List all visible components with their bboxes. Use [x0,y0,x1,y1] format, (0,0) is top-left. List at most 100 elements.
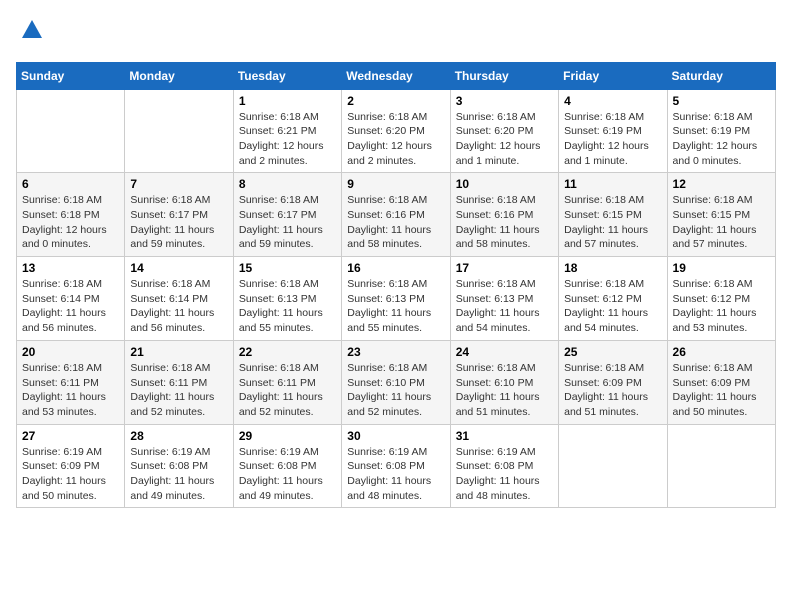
cell-info: Sunrise: 6:18 AMSunset: 6:13 PMDaylight:… [456,277,553,336]
day-number: 16 [347,261,444,275]
calendar-cell: 4 Sunrise: 6:18 AMSunset: 6:19 PMDaylight… [559,89,667,173]
calendar-cell: 16 Sunrise: 6:18 AMSunset: 6:13 PMDayligh… [342,257,450,341]
logo [16,16,46,50]
cell-info: Sunrise: 6:18 AMSunset: 6:13 PMDaylight:… [347,277,444,336]
day-number: 2 [347,94,444,108]
day-number: 12 [673,177,770,191]
col-header-wednesday: Wednesday [342,62,450,89]
cell-info: Sunrise: 6:18 AMSunset: 6:15 PMDaylight:… [564,193,661,252]
day-number: 11 [564,177,661,191]
day-number: 3 [456,94,553,108]
cell-info: Sunrise: 6:19 AMSunset: 6:08 PMDaylight:… [347,445,444,504]
day-number: 1 [239,94,336,108]
day-number: 9 [347,177,444,191]
cell-info: Sunrise: 6:18 AMSunset: 6:16 PMDaylight:… [347,193,444,252]
cell-info: Sunrise: 6:18 AMSunset: 6:21 PMDaylight:… [239,110,336,169]
calendar-cell: 24 Sunrise: 6:18 AMSunset: 6:10 PMDayligh… [450,340,558,424]
col-header-saturday: Saturday [667,62,775,89]
cell-info: Sunrise: 6:18 AMSunset: 6:09 PMDaylight:… [673,361,770,420]
day-number: 17 [456,261,553,275]
cell-info: Sunrise: 6:18 AMSunset: 6:11 PMDaylight:… [22,361,119,420]
calendar-cell: 11 Sunrise: 6:18 AMSunset: 6:15 PMDayligh… [559,173,667,257]
page-header [16,16,776,50]
day-number: 30 [347,429,444,443]
calendar-cell: 20 Sunrise: 6:18 AMSunset: 6:11 PMDayligh… [17,340,125,424]
day-number: 4 [564,94,661,108]
calendar-cell: 17 Sunrise: 6:18 AMSunset: 6:13 PMDayligh… [450,257,558,341]
day-number: 20 [22,345,119,359]
cell-info: Sunrise: 6:19 AMSunset: 6:08 PMDaylight:… [239,445,336,504]
calendar-cell: 22 Sunrise: 6:18 AMSunset: 6:11 PMDayligh… [233,340,341,424]
calendar-cell: 8 Sunrise: 6:18 AMSunset: 6:17 PMDaylight… [233,173,341,257]
calendar-cell: 19 Sunrise: 6:18 AMSunset: 6:12 PMDayligh… [667,257,775,341]
day-number: 26 [673,345,770,359]
calendar-cell [559,424,667,508]
day-number: 5 [673,94,770,108]
day-number: 15 [239,261,336,275]
day-number: 31 [456,429,553,443]
calendar-cell: 25 Sunrise: 6:18 AMSunset: 6:09 PMDayligh… [559,340,667,424]
day-number: 28 [130,429,227,443]
col-header-tuesday: Tuesday [233,62,341,89]
cell-info: Sunrise: 6:18 AMSunset: 6:19 PMDaylight:… [673,110,770,169]
calendar-cell: 29 Sunrise: 6:19 AMSunset: 6:08 PMDayligh… [233,424,341,508]
cell-info: Sunrise: 6:19 AMSunset: 6:08 PMDaylight:… [456,445,553,504]
day-number: 13 [22,261,119,275]
cell-info: Sunrise: 6:18 AMSunset: 6:14 PMDaylight:… [22,277,119,336]
day-number: 14 [130,261,227,275]
calendar-cell: 12 Sunrise: 6:18 AMSunset: 6:15 PMDayligh… [667,173,775,257]
calendar-cell: 15 Sunrise: 6:18 AMSunset: 6:13 PMDayligh… [233,257,341,341]
day-number: 21 [130,345,227,359]
cell-info: Sunrise: 6:18 AMSunset: 6:19 PMDaylight:… [564,110,661,169]
calendar-cell [125,89,233,173]
col-header-thursday: Thursday [450,62,558,89]
cell-info: Sunrise: 6:18 AMSunset: 6:13 PMDaylight:… [239,277,336,336]
calendar-cell: 18 Sunrise: 6:18 AMSunset: 6:12 PMDayligh… [559,257,667,341]
calendar-cell: 9 Sunrise: 6:18 AMSunset: 6:16 PMDaylight… [342,173,450,257]
calendar-cell: 30 Sunrise: 6:19 AMSunset: 6:08 PMDayligh… [342,424,450,508]
cell-info: Sunrise: 6:18 AMSunset: 6:17 PMDaylight:… [130,193,227,252]
day-number: 22 [239,345,336,359]
calendar-cell: 6 Sunrise: 6:18 AMSunset: 6:18 PMDaylight… [17,173,125,257]
calendar-cell: 26 Sunrise: 6:18 AMSunset: 6:09 PMDayligh… [667,340,775,424]
day-number: 8 [239,177,336,191]
day-number: 6 [22,177,119,191]
calendar-cell: 14 Sunrise: 6:18 AMSunset: 6:14 PMDayligh… [125,257,233,341]
cell-info: Sunrise: 6:18 AMSunset: 6:15 PMDaylight:… [673,193,770,252]
day-number: 24 [456,345,553,359]
calendar-cell: 10Sunrise: 6:18 AMSunset: 6:16 PMDayligh… [450,173,558,257]
cell-info: Sunrise: 6:19 AMSunset: 6:09 PMDaylight:… [22,445,119,504]
calendar-cell [17,89,125,173]
day-number: 27 [22,429,119,443]
cell-info: Sunrise: 6:18 AMSunset: 6:18 PMDaylight:… [22,193,119,252]
cell-info: Sunrise: 6:18 AMSunset: 6:20 PMDaylight:… [456,110,553,169]
col-header-sunday: Sunday [17,62,125,89]
cell-info: Sunrise: 6:18 AMSunset: 6:10 PMDaylight:… [347,361,444,420]
day-number: 18 [564,261,661,275]
cell-info: Sunrise: 6:18 AMSunset: 6:17 PMDaylight:… [239,193,336,252]
calendar-cell: 13 Sunrise: 6:18 AMSunset: 6:14 PMDayligh… [17,257,125,341]
calendar-cell: 3 Sunrise: 6:18 AMSunset: 6:20 PMDaylight… [450,89,558,173]
cell-info: Sunrise: 6:18 AMSunset: 6:10 PMDaylight:… [456,361,553,420]
cell-info: Sunrise: 6:18 AMSunset: 6:12 PMDaylight:… [673,277,770,336]
calendar-table: SundayMondayTuesdayWednesdayThursdayFrid… [16,62,776,509]
cell-info: Sunrise: 6:19 AMSunset: 6:08 PMDaylight:… [130,445,227,504]
calendar-cell: 1 Sunrise: 6:18 AMSunset: 6:21 PMDaylight… [233,89,341,173]
day-number: 19 [673,261,770,275]
cell-info: Sunrise: 6:18 AMSunset: 6:20 PMDaylight:… [347,110,444,169]
calendar-cell [667,424,775,508]
cell-info: Sunrise: 6:18 AMSunset: 6:14 PMDaylight:… [130,277,227,336]
col-header-monday: Monday [125,62,233,89]
calendar-cell: 28 Sunrise: 6:19 AMSunset: 6:08 PMDayligh… [125,424,233,508]
cell-info: Sunrise: 6:18 AMSunset: 6:09 PMDaylight:… [564,361,661,420]
col-header-friday: Friday [559,62,667,89]
calendar-cell: 27 Sunrise: 6:19 AMSunset: 6:09 PMDayligh… [17,424,125,508]
calendar-cell: 23Sunrise: 6:18 AMSunset: 6:10 PMDayligh… [342,340,450,424]
day-number: 25 [564,345,661,359]
day-number: 29 [239,429,336,443]
cell-info: Sunrise: 6:18 AMSunset: 6:16 PMDaylight:… [456,193,553,252]
cell-info: Sunrise: 6:18 AMSunset: 6:11 PMDaylight:… [239,361,336,420]
logo-icon [18,16,46,44]
cell-info: Sunrise: 6:18 AMSunset: 6:11 PMDaylight:… [130,361,227,420]
cell-info: Sunrise: 6:18 AMSunset: 6:12 PMDaylight:… [564,277,661,336]
